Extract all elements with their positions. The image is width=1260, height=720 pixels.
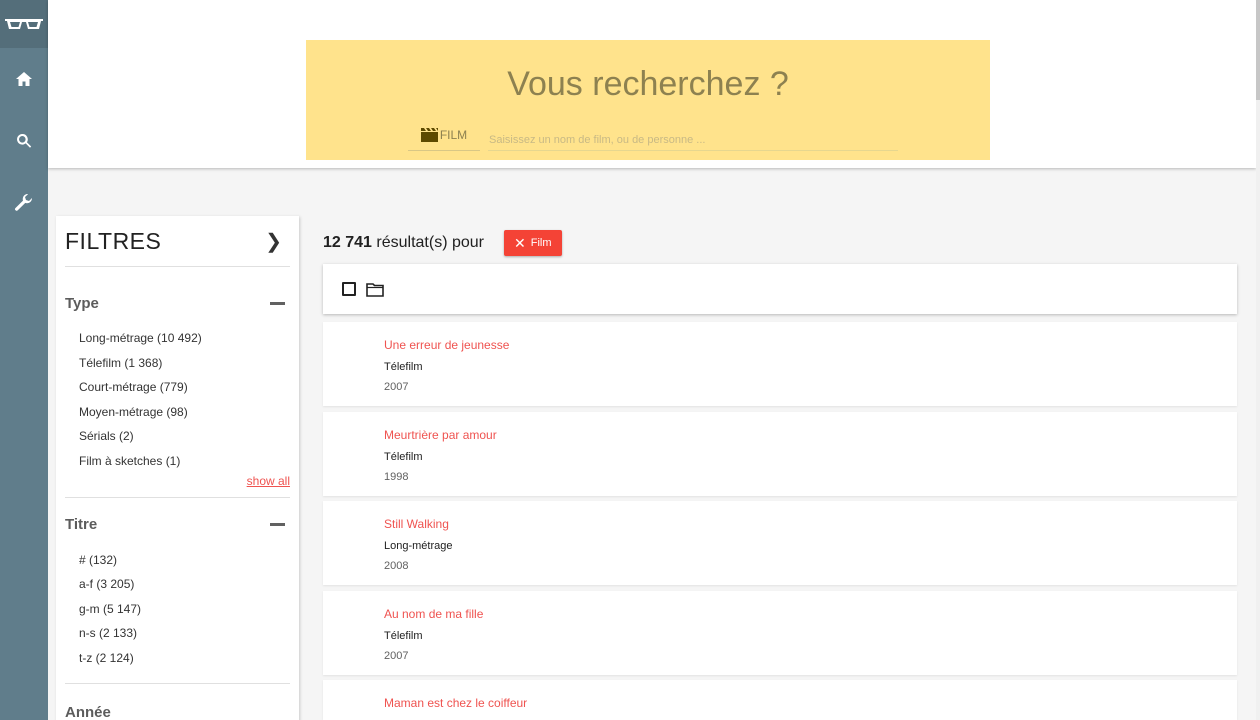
logo-button[interactable]: [0, 0, 48, 48]
filter-option[interactable]: a-f (3 205): [79, 572, 290, 597]
filter-option[interactable]: n-s (2 133): [79, 621, 290, 646]
result-card[interactable]: Une erreur de jeunesse Télefilm 2007: [323, 322, 1237, 406]
filter-option[interactable]: Court-métrage (779): [79, 375, 290, 400]
search-panel: Vous recherchez ? FILM: [306, 40, 990, 160]
results-header: 12 741 résultat(s) pour ✕ Film: [323, 230, 562, 256]
filter-group-header-type[interactable]: Type: [65, 288, 290, 318]
result-title-link[interactable]: Au nom de ma fille: [384, 607, 1237, 627]
filters-header: FILTRES ❯: [65, 216, 290, 267]
film-filter-chip[interactable]: ✕ Film: [503, 230, 562, 256]
result-title-link[interactable]: Maman est chez le coiffeur: [384, 696, 1237, 716]
filter-option[interactable]: g-m (5 147): [79, 597, 290, 622]
filter-option[interactable]: Long-métrage (10 492): [79, 326, 290, 351]
result-type: Télefilm: [384, 451, 423, 463]
home-icon: [16, 72, 32, 86]
divider: [65, 682, 290, 684]
collapse-icon[interactable]: [270, 523, 285, 527]
divider: [65, 496, 290, 498]
chevron-right-icon[interactable]: ❯: [265, 229, 282, 254]
show-all-link[interactable]: show all: [65, 474, 290, 490]
filters-panel: FILTRES ❯ Type Long-métrage (10 492) Tél…: [56, 216, 299, 720]
select-all-checkbox[interactable]: [342, 282, 356, 296]
filter-group-title: Titre: [65, 516, 98, 534]
result-year: 2008: [384, 560, 409, 572]
results-count-suffix: résultat(s) pour: [376, 234, 484, 251]
glasses-icon: [5, 19, 43, 29]
filter-option[interactable]: Sérials (2): [79, 424, 290, 449]
result-type: Long-métrage: [384, 716, 1237, 720]
filter-list-type: Long-métrage (10 492) Télefilm (1 368) C…: [65, 326, 290, 474]
result-card[interactable]: Au nom de ma fille Télefilm 2007: [323, 591, 1237, 675]
filter-group-title: Type: [65, 294, 99, 312]
result-card[interactable]: Maman est chez le coiffeur Long-métrage: [323, 680, 1237, 720]
search-icon: [17, 133, 32, 148]
result-type: Télefilm: [384, 630, 423, 642]
folder-icon[interactable]: [366, 282, 384, 297]
results-toolbar: [323, 264, 1237, 314]
wrench-icon: [15, 194, 33, 211]
search-mode-label: FILM: [439, 128, 468, 142]
clapperboard-icon: [420, 128, 438, 142]
filter-option[interactable]: Film à sketches (1): [79, 449, 290, 474]
tools-button[interactable]: [0, 172, 48, 234]
chip-label: Film: [530, 237, 552, 249]
result-title-link[interactable]: Une erreur de jeunesse: [384, 338, 1237, 358]
collapse-icon[interactable]: [270, 301, 285, 305]
result-year: 2007: [384, 650, 409, 662]
result-card[interactable]: Still Walking Long-métrage 2008: [323, 501, 1237, 585]
result-type: Long-métrage: [384, 540, 453, 552]
search-heading: Vous recherchez ?: [507, 65, 789, 103]
filter-option[interactable]: Télefilm (1 368): [79, 351, 290, 376]
result-title-link[interactable]: Still Walking: [384, 517, 1237, 537]
result-card[interactable]: Meurtrière par amour Télefilm 1998: [323, 412, 1237, 496]
results-count: 12 741 résultat(s) pour: [323, 234, 484, 252]
filters-title: FILTRES: [65, 227, 162, 254]
result-year: 1998: [384, 471, 409, 483]
page-header: Vous recherchez ? FILM: [48, 0, 1256, 168]
result-year: 2007: [384, 381, 409, 393]
scrollbar-thumb[interactable]: [1256, 0, 1260, 100]
filter-group-header-titre[interactable]: Titre: [65, 510, 290, 540]
side-rail: [0, 0, 48, 720]
filter-option[interactable]: t-z (2 124): [79, 646, 290, 671]
filter-group-header-annee[interactable]: Année: [65, 698, 290, 720]
page-scrollbar[interactable]: [1256, 0, 1260, 720]
filter-option[interactable]: Moyen-métrage (98): [79, 400, 290, 425]
search-nav-button[interactable]: [0, 110, 48, 172]
search-mode-selector[interactable]: FILM: [408, 128, 480, 151]
result-type: Télefilm: [384, 361, 423, 373]
close-icon[interactable]: ✕: [514, 235, 526, 252]
home-button[interactable]: [0, 48, 48, 110]
filter-list-titre: # (132) a-f (3 205) g-m (5 147) n-s (2 1…: [65, 548, 290, 671]
search-input[interactable]: [488, 129, 898, 151]
results-count-number: 12 741: [323, 234, 372, 251]
result-title-link[interactable]: Meurtrière par amour: [384, 428, 1237, 448]
filter-option[interactable]: # (132): [79, 548, 290, 573]
filter-group-title: Année: [65, 704, 111, 720]
